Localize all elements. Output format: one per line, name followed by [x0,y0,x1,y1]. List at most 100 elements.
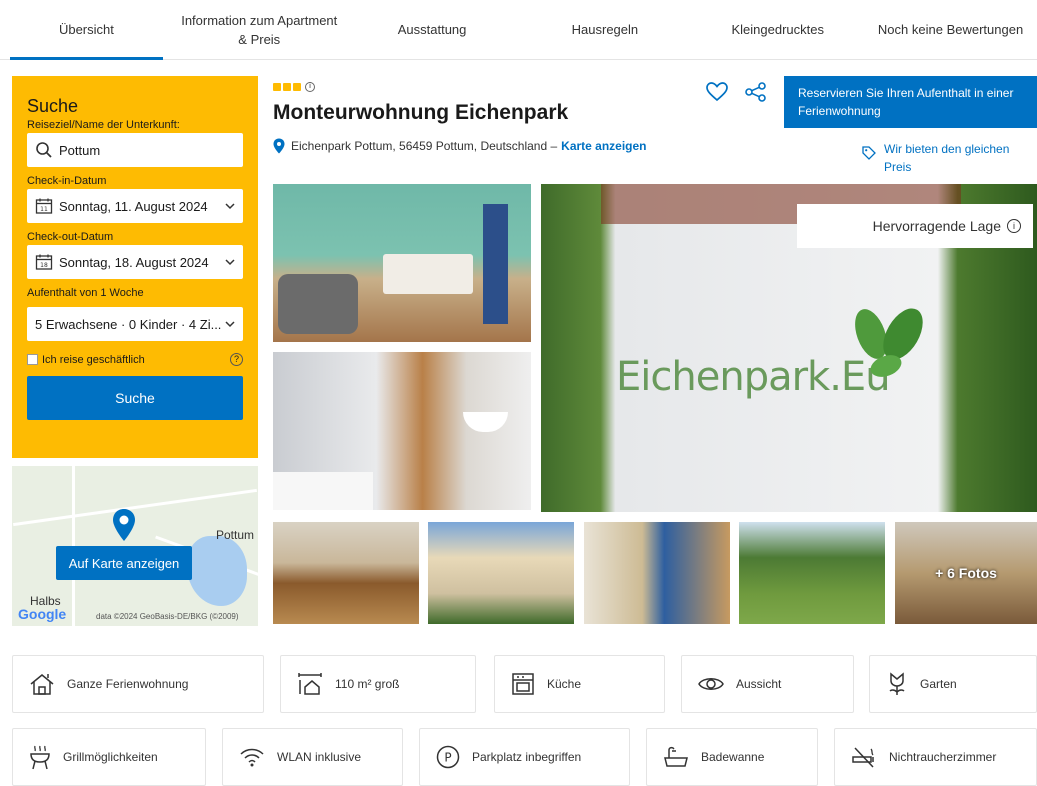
checkin-value: Sonntag, 11. August 2024 [59,198,208,214]
checkin-field[interactable]: 11 Sonntag, 11. August 2024 [27,189,243,223]
checkout-label: Check-out-Datum [27,231,114,243]
house-icon [29,672,55,696]
share-icon[interactable] [745,82,767,102]
sink-shape [463,412,508,432]
facility-view: Aussicht [681,655,854,713]
photo-kitchen[interactable] [273,522,419,624]
calendar-icon: 18 [35,253,53,271]
destination-label: Reiseziel/Name der Unterkunft: [27,119,180,131]
star-icon [283,83,291,91]
grill-icon [29,744,51,770]
search-panel: Suche Reiseziel/Name der Unterkunft: Pot… [12,76,258,458]
show-map-button[interactable]: Auf Karte anzeigen [56,546,192,580]
show-map-link[interactable]: Karte anzeigen [561,139,646,153]
star-icon [273,83,281,91]
info-icon[interactable]: i [305,82,315,92]
svg-text:18: 18 [40,262,48,269]
wifi-icon [239,746,265,768]
kitchen-icon [511,672,535,696]
svg-text:P: P [444,751,451,765]
facility-size: 110 m² groß [280,655,476,713]
tab-house-rules[interactable]: Hausregeln [518,0,691,59]
search-icon [35,141,53,159]
map-pin-icon [113,509,135,541]
tab-facilities[interactable]: Ausstattung [346,0,519,59]
tab-overview[interactable]: Übersicht [0,0,173,60]
tab-fine-print[interactable]: Kleingedrucktes [691,0,864,59]
facility-label: Garten [920,677,957,691]
photo-bathroom[interactable] [273,352,531,510]
business-trip-row: Ich reise geschäftlich ? [27,353,243,366]
badge-text: Hervorragende Lage [872,218,1001,234]
business-checkbox[interactable] [27,354,38,365]
facility-label: Küche [547,677,582,691]
facility-label: Badewanne [701,750,765,764]
photo-garden[interactable] [739,522,885,624]
armchair-shape [278,274,358,334]
checkout-value: Sonntag, 18. August 2024 [59,254,209,270]
address-text: Eichenpark Pottum, 56459 Pottum, Deutsch… [291,139,558,153]
more-photos-overlay[interactable]: + 6 Fotos [895,522,1037,624]
section-nav: Übersicht Information zum Apartment & Pr… [0,0,1037,60]
facility-bathtub: Badewanne [646,728,818,786]
chevron-down-icon [225,258,235,266]
map-attribution: data ©2024 GeoBasis-DE/BKG (©2009) [96,612,239,621]
search-title: Suche [27,96,79,116]
facility-label: Grillmöglichkeiten [63,750,158,764]
stay-length-label: Aufenthalt von 1 Woche [27,287,144,299]
facility-label: WLAN inklusive [277,750,362,764]
chevron-down-icon [225,320,235,328]
facility-label: 110 m² groß [335,677,400,691]
guests-select[interactable]: 5 Erwachsene · 0 Kinder · 4 Zi... [27,307,243,341]
price-match[interactable]: Wir bieten den gleichen Preis [862,140,1024,176]
facility-garden: Garten [869,655,1037,713]
reserve-button[interactable]: Reservieren Sie Ihren Aufenthalt in eine… [784,76,1037,128]
property-title: Monteurwohnung Eichenpark [273,101,569,124]
destination-value: Pottum [59,142,101,158]
tag-icon [862,146,876,160]
info-icon[interactable]: i [1007,219,1021,233]
bathtub-icon [663,745,689,769]
bed-shape [383,254,473,294]
heart-icon[interactable] [706,82,728,102]
bathtub-shape [273,472,373,510]
map-label-pottum: Pottum [216,528,255,542]
tab-reviews[interactable]: Noch keine Bewertungen [864,0,1037,59]
price-match-text: Wir bieten den gleichen Preis [884,142,1010,174]
location-pin-icon [273,138,285,154]
flower-icon [886,671,908,697]
facility-grill: Grillmöglichkeiten [12,728,206,786]
facility-wifi: WLAN inklusive [222,728,403,786]
facility-label: Parkplatz inbegriffen [472,750,582,764]
star-rating: i [273,82,315,92]
facility-whole-apartment: Ganze Ferienwohnung [12,655,264,713]
eye-icon [698,674,724,694]
tab-info-price[interactable]: Information zum Apartment & Preis [173,0,346,59]
help-icon[interactable]: ? [230,353,243,366]
property-address: Eichenpark Pottum, 56459 Pottum, Deutsch… [273,138,647,154]
star-icon [293,83,301,91]
guests-value: 5 Erwachsene · 0 Kinder · 4 Zi... [35,316,222,332]
checkout-field[interactable]: 18 Sonntag, 18. August 2024 [27,245,243,279]
business-label[interactable]: Ich reise geschäftlich [42,354,145,366]
no-smoking-icon [851,745,877,769]
parking-icon: P [436,745,460,769]
facility-kitchen: Küche [494,655,665,713]
facility-label: Aussicht [736,677,782,691]
facility-label: Nichtraucherzimmer [889,750,997,764]
search-button[interactable]: Suche [27,376,243,420]
facility-non-smoking: Nichtraucherzimmer [834,728,1037,786]
facility-label: Ganze Ferienwohnung [67,677,189,691]
calendar-icon: 11 [35,197,53,215]
photo-bedroom[interactable] [273,184,531,342]
facility-parking: P Parkplatz inbegriffen [419,728,630,786]
checkin-label: Check-in-Datum [27,175,107,187]
destination-input[interactable]: Pottum [27,133,243,167]
chevron-down-icon [225,202,235,210]
photo-building[interactable] [428,522,574,624]
map-lake [187,536,247,606]
size-icon [297,672,323,696]
photo-living-room[interactable] [584,522,730,624]
oak-leaves-logo [855,308,923,377]
location-badge: Hervorragende Lage i [797,204,1033,248]
